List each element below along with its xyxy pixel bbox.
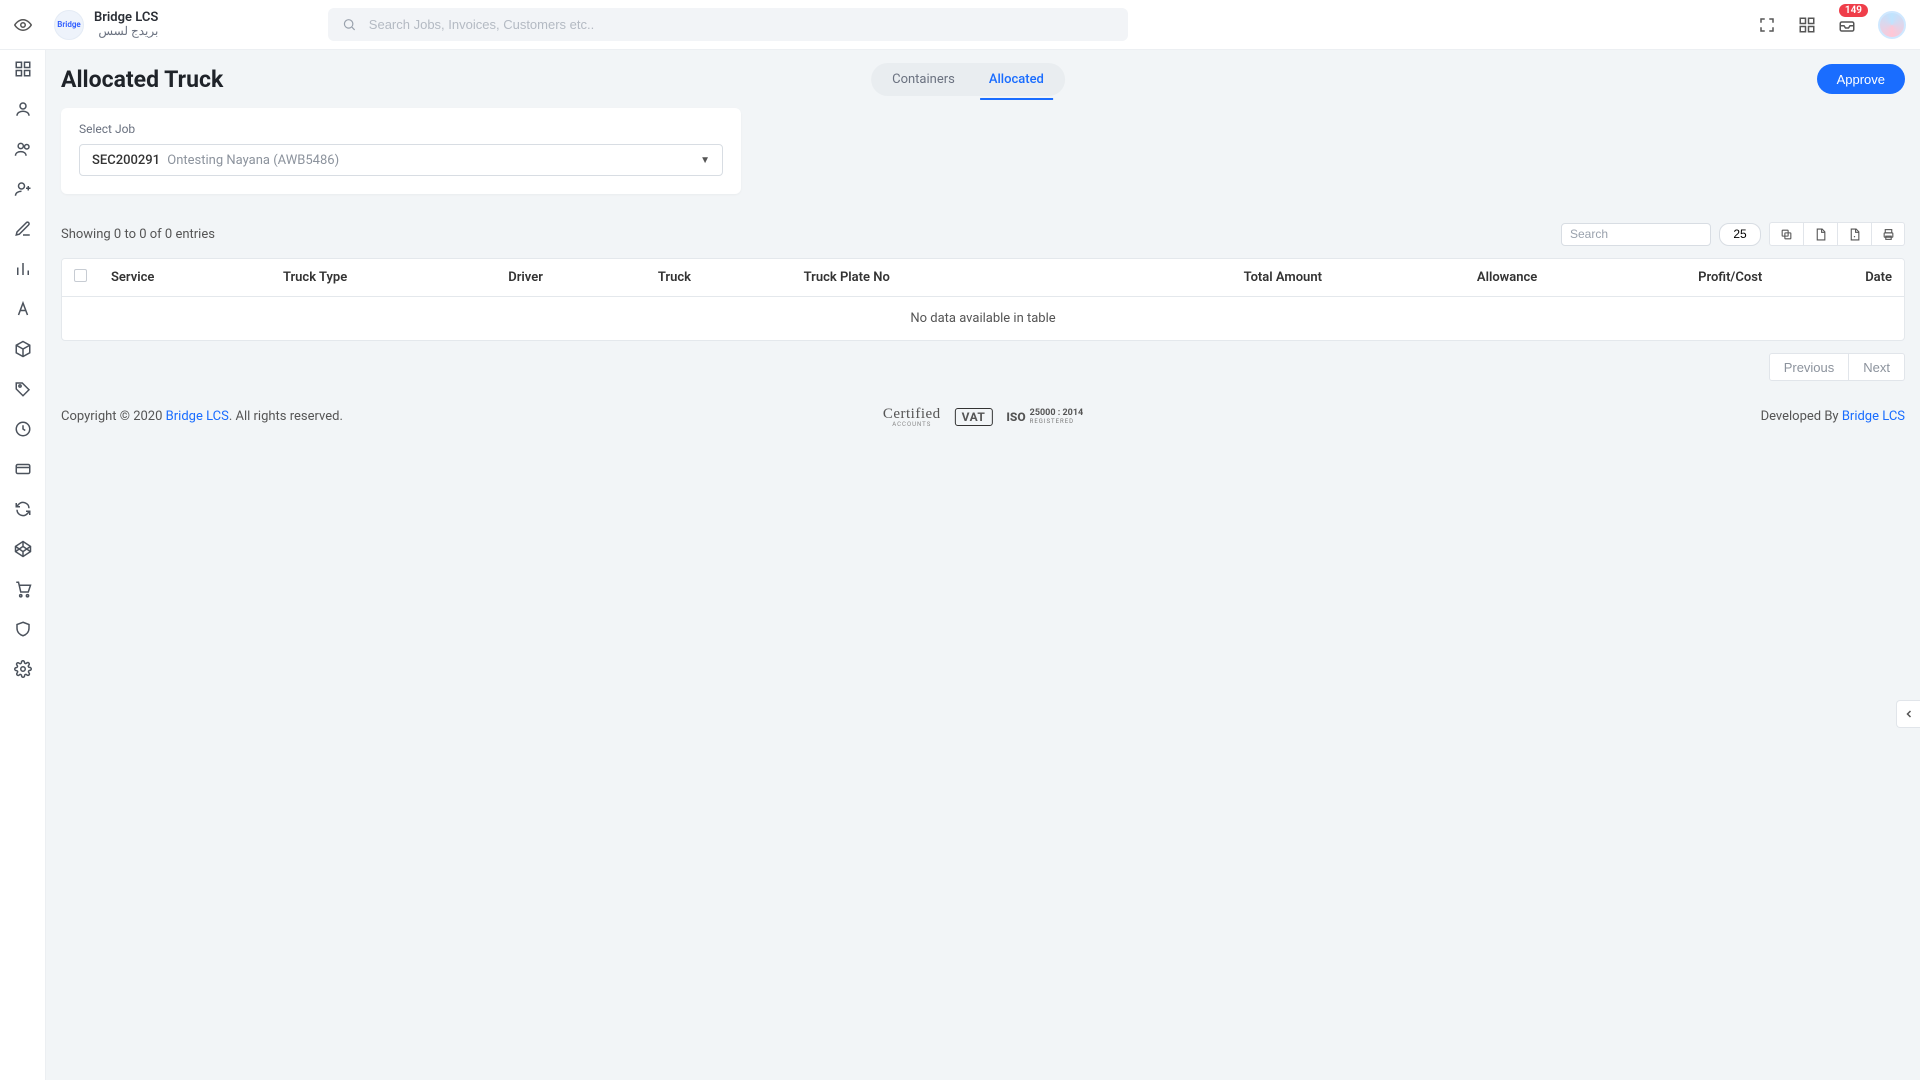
pagination: Previous Next [61, 353, 1905, 381]
inbox-icon[interactable]: 149 [1838, 16, 1856, 34]
prev-button[interactable]: Previous [1769, 353, 1850, 381]
nav-edit-icon[interactable] [14, 220, 32, 238]
brand-logo: Bridge [54, 10, 84, 40]
vat-badge: VAT [955, 408, 993, 426]
nav-clock-icon[interactable] [14, 420, 32, 438]
data-table: Service Truck Type Driver Truck Truck Pl… [61, 258, 1905, 341]
col-driver[interactable]: Driver [496, 259, 646, 297]
nav-tag-icon[interactable] [14, 380, 32, 398]
topbar: Bridge Bridge LCS بريدج لسس 149 [0, 0, 1920, 50]
nav-package-icon[interactable] [14, 340, 32, 358]
user-avatar[interactable] [1878, 11, 1906, 39]
global-search[interactable] [328, 8, 1128, 41]
view-toggle: Containers Allocated [871, 63, 1065, 96]
table-toolbar: Showing 0 to 0 of 0 entries [61, 222, 1905, 246]
approve-button[interactable]: Approve [1817, 64, 1905, 94]
nav-shield-icon[interactable] [14, 620, 32, 638]
notification-badge: 149 [1839, 4, 1868, 17]
filter-card: Select Job SEC200291 Ontesting Nayana (A… [61, 108, 741, 194]
nav-users-icon[interactable] [14, 140, 32, 158]
sidebar-rail [0, 50, 46, 1080]
empty-row: No data available in table [62, 297, 1904, 341]
export-copy-button[interactable] [1769, 222, 1803, 246]
search-icon [342, 17, 356, 32]
col-date[interactable]: Date [1774, 259, 1904, 297]
export-excel-button[interactable] [1803, 222, 1837, 246]
tab-containers[interactable]: Containers [875, 63, 972, 96]
col-plate[interactable]: Truck Plate No [792, 259, 1073, 297]
col-profit[interactable]: Profit/Cost [1549, 259, 1774, 297]
page-header: Allocated Truck Containers Allocated App… [61, 64, 1905, 94]
nav-analytics-icon[interactable] [14, 260, 32, 278]
job-desc: Ontesting Nayana (AWB5486) [167, 153, 339, 168]
certification-badges: Certified ACCOUNTS VAT ISO 25000 : 2014 … [883, 406, 1083, 428]
fullscreen-icon[interactable] [1758, 16, 1776, 34]
nav-codepen-icon[interactable] [14, 540, 32, 558]
nav-user-icon[interactable] [14, 100, 32, 118]
dropdown-arrow-icon: ▼ [700, 155, 710, 166]
col-allowance[interactable]: Allowance [1334, 259, 1549, 297]
nav-cart-icon[interactable] [14, 580, 32, 598]
right-panel-toggle[interactable] [1896, 700, 1920, 728]
export-csv-button[interactable] [1837, 222, 1871, 246]
developer-link[interactable]: Bridge LCS [1842, 409, 1905, 424]
empty-text: No data available in table [62, 297, 1904, 341]
col-truck-type[interactable]: Truck Type [271, 259, 496, 297]
nav-add-user-icon[interactable] [14, 180, 32, 198]
col-service[interactable]: Service [99, 259, 271, 297]
nav-dashboard-icon[interactable] [14, 60, 32, 78]
select-job-dropdown[interactable]: SEC200291 Ontesting Nayana (AWB5486) ▼ [79, 144, 723, 176]
main-content: Allocated Truck Containers Allocated App… [46, 50, 1920, 1080]
nav-card-icon[interactable] [14, 460, 32, 478]
iso-badge: ISO 25000 : 2014 REGISTERED [1006, 409, 1083, 425]
nav-font-icon[interactable] [14, 300, 32, 318]
brand-name-en: Bridge LCS [94, 11, 158, 25]
pagesize-input[interactable] [1719, 223, 1761, 246]
visibility-icon[interactable] [14, 16, 32, 34]
tab-allocated[interactable]: Allocated [972, 63, 1061, 96]
job-code: SEC200291 [92, 153, 160, 168]
footer: Copyright © 2020 Bridge LCS. All rights … [61, 409, 1905, 424]
export-print-button[interactable] [1871, 222, 1905, 246]
global-search-input[interactable] [369, 17, 1115, 32]
copyright: Copyright © 2020 Bridge LCS. All rights … [61, 409, 343, 424]
chevron-left-icon [1903, 708, 1915, 720]
showing-text: Showing 0 to 0 of 0 entries [61, 227, 215, 242]
certified-badge: Certified ACCOUNTS [883, 406, 941, 428]
developed-by: Developed By Bridge LCS [1761, 409, 1905, 424]
nav-sync-icon[interactable] [14, 500, 32, 518]
col-total[interactable]: Total Amount [1073, 259, 1334, 297]
next-button[interactable]: Next [1849, 353, 1905, 381]
footer-brand-link[interactable]: Bridge LCS [166, 409, 229, 424]
export-buttons [1769, 222, 1905, 246]
select-job-label: Select Job [79, 122, 723, 136]
brand[interactable]: Bridge Bridge LCS بريدج لسس [54, 10, 158, 40]
nav-settings-icon[interactable] [14, 660, 32, 678]
select-all-checkbox[interactable] [74, 269, 87, 282]
col-truck[interactable]: Truck [646, 259, 792, 297]
page-title: Allocated Truck [61, 66, 223, 93]
apps-grid-icon[interactable] [1798, 16, 1816, 34]
brand-name-ar: بريدج لسس [94, 25, 158, 38]
table-search-input[interactable] [1561, 223, 1711, 246]
